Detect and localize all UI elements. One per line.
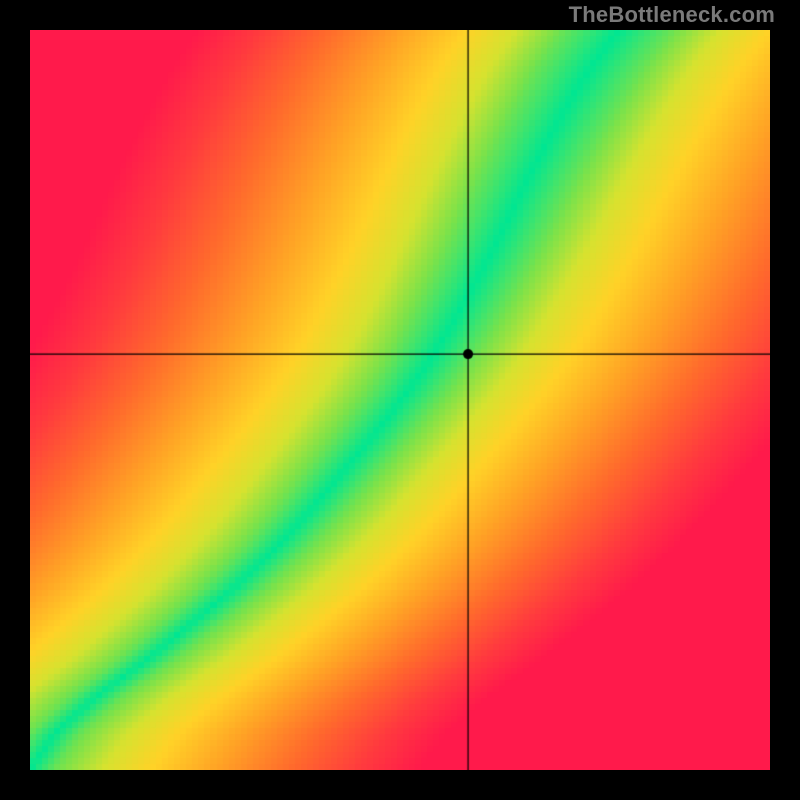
watermark-text: TheBottleneck.com — [569, 2, 775, 28]
heatmap-canvas — [30, 30, 770, 770]
bottleneck-heatmap — [30, 30, 770, 770]
